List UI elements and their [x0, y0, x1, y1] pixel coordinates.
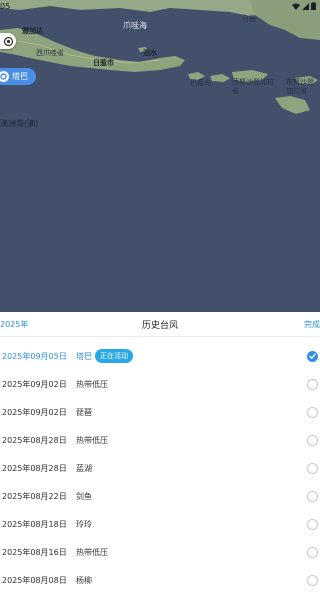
map-label-banjarmasin: 马辰 — [242, 15, 256, 23]
map-label-west-java: 西爪哇省 — [36, 49, 64, 57]
active-status-badge: 正在活动 — [95, 349, 133, 363]
unchecked-circle-icon[interactable] — [307, 574, 318, 586]
unchecked-circle-icon[interactable] — [307, 462, 318, 474]
typhoon-name-text: 杨柳 — [76, 575, 92, 585]
typhoon-row[interactable]: 2025年09月02日 琵琶 — [0, 398, 320, 426]
typhoon-name: 杨柳 — [76, 575, 92, 586]
typhoon-row[interactable]: 2025年08月16日 热带低压 — [0, 538, 320, 566]
unchecked-circle-icon[interactable] — [307, 518, 318, 530]
sheet-title: 历史台风 — [141, 321, 178, 331]
typhoon-row[interactable]: 2025年09月05日 塔巴 正在活动 — [0, 342, 320, 370]
typhoon-date: 2025年09月02日 — [2, 407, 67, 417]
typhoon-name: 剑鱼 — [76, 491, 92, 502]
typhoon-row[interactable]: 2025年08月28日 蓝湖 — [0, 454, 320, 482]
locate-icon — [3, 32, 14, 51]
typhoon-name-text: 玲玲 — [76, 519, 92, 529]
typhoon-name-text: 热带低压 — [76, 379, 108, 389]
done-button[interactable]: 完成 — [304, 319, 320, 330]
typhoon-icon — [0, 71, 9, 82]
typhoon-name-text: 热带低压 — [76, 547, 108, 557]
typhoon-date: 2025年09月02日 — [2, 379, 67, 389]
typhoon-row[interactable]: 2025年08月28日 热带低压 — [0, 426, 320, 454]
unchecked-circle-icon[interactable] — [307, 546, 318, 558]
typhoon-date: 2025年08月22日 — [2, 491, 67, 501]
unchecked-circle-icon[interactable] — [307, 406, 318, 418]
typhoon-date: 2025年08月28日 — [2, 463, 67, 473]
map-label-bali: 巴厘岛 — [190, 79, 211, 87]
typhoon-tag-label: 塔巴 — [12, 72, 28, 81]
typhoon-name: 热带低压 — [76, 379, 108, 390]
typhoon-name: 热带低压 — [76, 547, 108, 558]
map-label-surabaya: 泗水 — [143, 49, 157, 57]
typhoon-name: 玲玲 — [76, 519, 92, 530]
typhoon-date: 2025年08月08日 — [2, 575, 67, 585]
typhoon-name-text: 琵琶 — [76, 407, 92, 417]
map-label-east-nusa: 东努沙登加拉省 — [286, 78, 314, 95]
typhoon-date: 2025年08月16日 — [2, 547, 67, 557]
typhoon-row[interactable]: 2025年08月22日 剑鱼 — [0, 482, 320, 510]
typhoon-map[interactable]: 05 爪哇海 马辰 雅加达 西爪哇省 泗水 日惹市 巴厘岛 西努沙登加拉省 东努… — [0, 0, 320, 312]
sheet-header: 2025年 历史台风 完成 — [0, 312, 320, 337]
battery-icon — [311, 2, 316, 12]
unchecked-circle-icon[interactable] — [307, 490, 318, 502]
typhoon-name-text: 蓝湖 — [76, 463, 92, 473]
typhoon-list: 2025年09月05日 塔巴 正在活动 2025年09月02日 热带低压 2025年09月… — [0, 342, 320, 594]
typhoon-tag[interactable]: 塔巴 — [0, 68, 36, 85]
map-label-yogyakarta: 日惹市 — [93, 59, 114, 67]
wifi-icon — [292, 3, 300, 12]
typhoon-row[interactable]: 2025年08月08日 杨柳 — [0, 566, 320, 594]
checked-circle-icon[interactable] — [307, 350, 318, 362]
map-terrain — [0, 0, 320, 114]
typhoon-date: 2025年08月18日 — [2, 519, 67, 529]
typhoon-name: 琵琶 — [76, 407, 92, 418]
map-label-australia-area: 澳洲岛(澳) — [0, 119, 39, 128]
map-label-java-sea: 爪哇海 — [123, 21, 147, 30]
typhoon-name-text: 剑鱼 — [76, 491, 92, 501]
typhoon-row[interactable]: 2025年08月18日 玲玲 — [0, 510, 320, 538]
unchecked-circle-icon[interactable] — [307, 378, 318, 390]
typhoon-name-text: 塔巴 — [76, 351, 92, 361]
unchecked-circle-icon[interactable] — [307, 434, 318, 446]
typhoon-date: 2025年08月28日 — [2, 435, 67, 445]
locate-button[interactable] — [0, 33, 16, 49]
map-label-west-nusa: 西努沙登加拉省 — [232, 78, 274, 95]
typhoon-date: 2025年09月05日 — [2, 351, 67, 361]
typhoon-name-text: 热带低压 — [76, 435, 108, 445]
typhoon-name: 热带低压 — [76, 435, 108, 446]
signal-icon — [302, 2, 309, 12]
history-sheet: 2025年 历史台风 完成 2025年09月05日 塔巴 正在活动 2025年09月0… — [0, 312, 320, 600]
typhoon-name: 塔巴 正在活动 — [76, 349, 133, 363]
typhoon-row[interactable]: 2025年09月02日 热带低压 — [0, 370, 320, 398]
map-label-jakarta: 雅加达 — [22, 27, 43, 35]
status-icons — [292, 2, 316, 12]
status-time: 05 — [0, 2, 11, 11]
typhoon-name: 蓝湖 — [76, 463, 92, 474]
